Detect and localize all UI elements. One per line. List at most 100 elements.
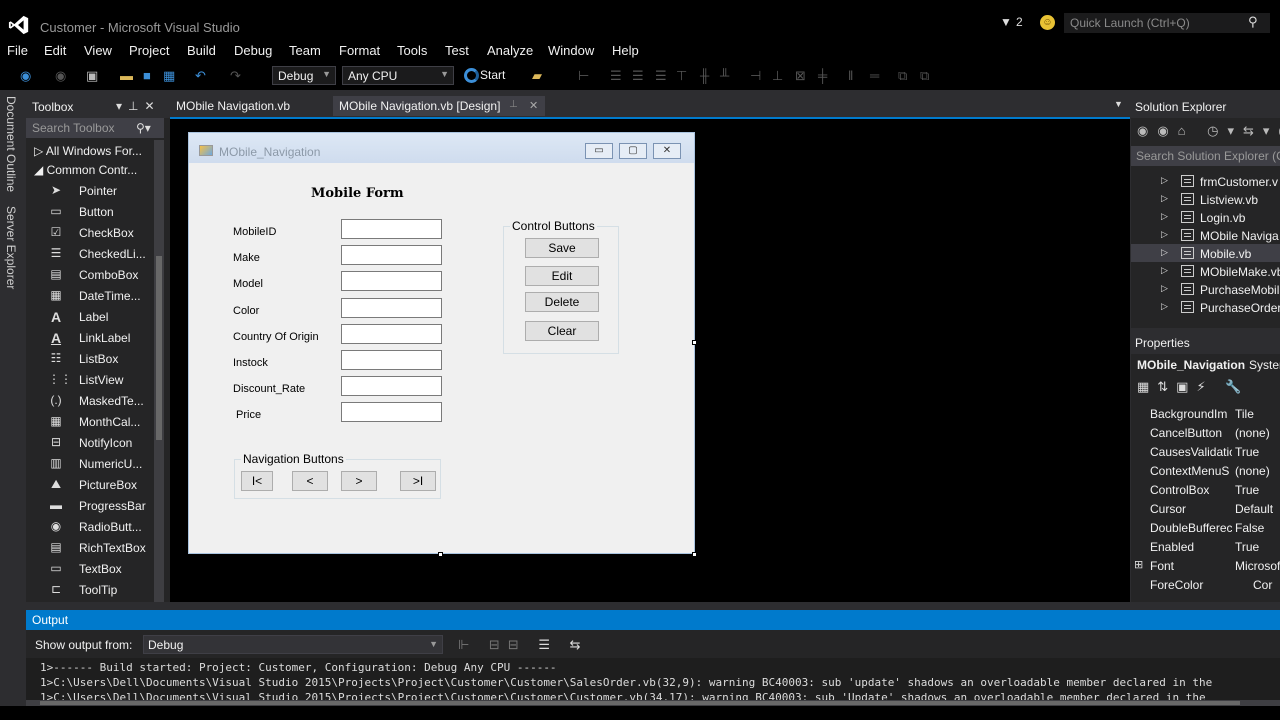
find-in-files-icon[interactable]: ▰ bbox=[532, 68, 542, 84]
solution-explorer-toolbar[interactable]: ◉◉⌂ ◷▾⇆▾◯ bbox=[1137, 123, 1280, 139]
toolbox-scrollbar-thumb[interactable] bbox=[156, 256, 162, 440]
tool-picturebox[interactable]: ⛰ PictureBox bbox=[26, 474, 152, 495]
configuration-combo[interactable]: Debug ▼ bbox=[272, 66, 336, 85]
next-record-button[interactable]: > bbox=[341, 471, 377, 491]
tool-monthcalendar[interactable]: ▦ MonthCal... bbox=[26, 411, 152, 432]
clear-button[interactable]: Clear bbox=[525, 321, 599, 341]
menu-help[interactable]: Help bbox=[612, 43, 639, 58]
make-same-height-icon[interactable]: ⊥ bbox=[772, 68, 783, 84]
menu-project[interactable]: Project bbox=[129, 43, 169, 58]
platform-combo[interactable]: Any CPU ▼ bbox=[342, 66, 454, 85]
tool-combobox[interactable]: ▤ ComboBox bbox=[26, 264, 152, 285]
model-input[interactable] bbox=[341, 271, 442, 291]
menu-edit[interactable]: Edit bbox=[44, 43, 66, 58]
navigate-back-icon[interactable]: ◉ bbox=[20, 68, 31, 84]
property-row[interactable]: CausesValidatic True bbox=[1131, 442, 1280, 461]
align-lefts-icon[interactable]: ⊢ bbox=[578, 68, 589, 84]
expand-icon[interactable]: ▷ bbox=[1161, 229, 1168, 240]
property-row[interactable]: DoubleBufferec False bbox=[1131, 518, 1280, 537]
tool-datetimepicker[interactable]: ▦ DateTime... bbox=[26, 285, 152, 306]
mobile-id-input[interactable] bbox=[341, 219, 442, 239]
horizontal-spacing-icon[interactable]: ╪ bbox=[818, 68, 827, 83]
tool-checkbox[interactable]: ☑ CheckBox bbox=[26, 222, 152, 243]
save-all-icon[interactable]: ▦ bbox=[163, 68, 175, 84]
tab-document-outline[interactable]: Document Outline bbox=[4, 96, 18, 192]
open-folder-icon[interactable]: ▬ bbox=[120, 68, 133, 83]
navigate-forward-icon[interactable]: ◉ bbox=[55, 68, 66, 84]
property-value[interactable]: Default bbox=[1235, 502, 1273, 516]
tool-radiobutton[interactable]: ◉ RadioButt... bbox=[26, 516, 152, 537]
tab-mobile-navigation-code[interactable]: MObile Navigation.vb bbox=[170, 96, 296, 116]
toolbox-group-all-windows-forms[interactable]: ▷ All Windows For... bbox=[34, 144, 142, 158]
property-row[interactable]: Enabled True bbox=[1131, 537, 1280, 556]
make-same-size-icon[interactable]: ⊠ bbox=[795, 68, 806, 84]
tool-maskedtextbox[interactable]: (.) MaskedTe... bbox=[26, 390, 152, 411]
maximize-icon[interactable]: ▢ bbox=[619, 143, 647, 159]
align-tops-icon[interactable]: ☰ bbox=[655, 68, 667, 84]
new-project-icon[interactable]: ▣ bbox=[86, 68, 98, 84]
solution-item[interactable]: ▷ MObile Naviga bbox=[1131, 226, 1280, 244]
menu-build[interactable]: Build bbox=[187, 43, 216, 58]
color-input[interactable] bbox=[341, 298, 442, 318]
menu-file[interactable]: File bbox=[7, 43, 28, 58]
solution-item-selected[interactable]: ▷ Mobile.vb bbox=[1131, 244, 1280, 262]
property-row[interactable]: ⊞ Font Microsof bbox=[1131, 556, 1280, 575]
property-row[interactable]: CancelButton (none) bbox=[1131, 423, 1280, 442]
chevron-down-icon[interactable]: ▼ bbox=[1114, 99, 1123, 109]
menu-analyze[interactable]: Analyze bbox=[487, 43, 533, 58]
menu-test[interactable]: Test bbox=[445, 43, 469, 58]
panel-controls-icon[interactable]: ▾⊥✕ bbox=[116, 99, 161, 113]
designed-form-window[interactable]: MObile_Navigation ▭ ▢ ✕ Mobile Form Mobi… bbox=[188, 132, 695, 554]
expand-icon[interactable]: ▷ bbox=[1161, 211, 1168, 222]
expand-icon[interactable]: ▷ bbox=[1161, 175, 1168, 186]
property-value[interactable]: Cor bbox=[1253, 578, 1272, 592]
menu-team[interactable]: Team bbox=[289, 43, 321, 58]
resize-handle-right[interactable] bbox=[692, 340, 697, 345]
delete-button[interactable]: Delete bbox=[525, 292, 599, 312]
expand-icon[interactable]: ▷ bbox=[1161, 283, 1168, 294]
minimize-icon[interactable]: ▭ bbox=[585, 143, 613, 159]
expand-icon[interactable]: ⊞ bbox=[1134, 558, 1143, 571]
tool-tooltip[interactable]: ⊏ ToolTip bbox=[26, 579, 152, 600]
tool-notifyicon[interactable]: ⊟ NotifyIcon bbox=[26, 432, 152, 453]
tool-textbox[interactable]: ▭ TextBox bbox=[26, 558, 152, 579]
tab-server-explorer[interactable]: Server Explorer bbox=[4, 206, 18, 289]
align-rights-icon[interactable]: ☰ bbox=[632, 68, 644, 84]
menu-format[interactable]: Format bbox=[339, 43, 380, 58]
align-bottoms-icon[interactable]: ╫ bbox=[700, 68, 709, 83]
first-record-button[interactable]: I< bbox=[241, 471, 273, 491]
output-source-select[interactable]: Debug ▼ bbox=[143, 635, 443, 654]
tool-numericupdown[interactable]: ▥ NumericU... bbox=[26, 453, 152, 474]
discount-rate-input[interactable] bbox=[341, 376, 442, 396]
property-row[interactable]: Cursor Default bbox=[1131, 499, 1280, 518]
resize-handle-corner[interactable] bbox=[692, 552, 697, 557]
tool-richtextbox[interactable]: ▤ RichTextBox bbox=[26, 537, 152, 558]
solution-item[interactable]: ▷ MObileMake.vb bbox=[1131, 262, 1280, 280]
toolbox-group-common-controls[interactable]: ◢ Common Contr... bbox=[34, 163, 137, 177]
edit-button[interactable]: Edit bbox=[525, 266, 599, 286]
properties-toolbar[interactable]: ▦⇅▣⚡ 🔧 bbox=[1137, 379, 1249, 395]
save-icon[interactable]: ■ bbox=[143, 68, 151, 83]
menu-window[interactable]: Window bbox=[548, 43, 594, 58]
search-icon[interactable]: ⚲ bbox=[1248, 14, 1258, 30]
menu-view[interactable]: View bbox=[84, 43, 112, 58]
menu-debug[interactable]: Debug bbox=[234, 43, 272, 58]
tool-pointer[interactable]: ➤ Pointer bbox=[26, 180, 152, 201]
property-value[interactable]: True bbox=[1235, 540, 1259, 554]
resize-handle-bottom[interactable] bbox=[438, 552, 443, 557]
redo-icon[interactable]: ↷ bbox=[230, 68, 241, 84]
bring-to-front-icon[interactable]: ⧉ bbox=[898, 68, 907, 84]
pin-icon[interactable]: ⊥ bbox=[509, 99, 518, 110]
tool-listbox[interactable]: ☷ ListBox bbox=[26, 348, 152, 369]
property-value[interactable]: True bbox=[1235, 445, 1259, 459]
center-horizontally-icon[interactable]: ‖ bbox=[848, 68, 853, 83]
property-value[interactable]: True bbox=[1235, 483, 1259, 497]
notification-count[interactable]: 2 bbox=[1016, 15, 1023, 29]
clear-all-icon[interactable]: ☰ bbox=[538, 637, 558, 652]
output-scrollbar-thumb[interactable] bbox=[40, 701, 1240, 705]
property-value[interactable]: (none) bbox=[1235, 464, 1270, 478]
send-to-back-icon[interactable]: ⧉ bbox=[920, 68, 929, 84]
solution-item[interactable]: ▷ Listview.vb bbox=[1131, 190, 1280, 208]
property-row[interactable]: ForeColor Cor bbox=[1131, 575, 1280, 594]
solution-item[interactable]: ▷ PurchaseMobil bbox=[1131, 280, 1280, 298]
